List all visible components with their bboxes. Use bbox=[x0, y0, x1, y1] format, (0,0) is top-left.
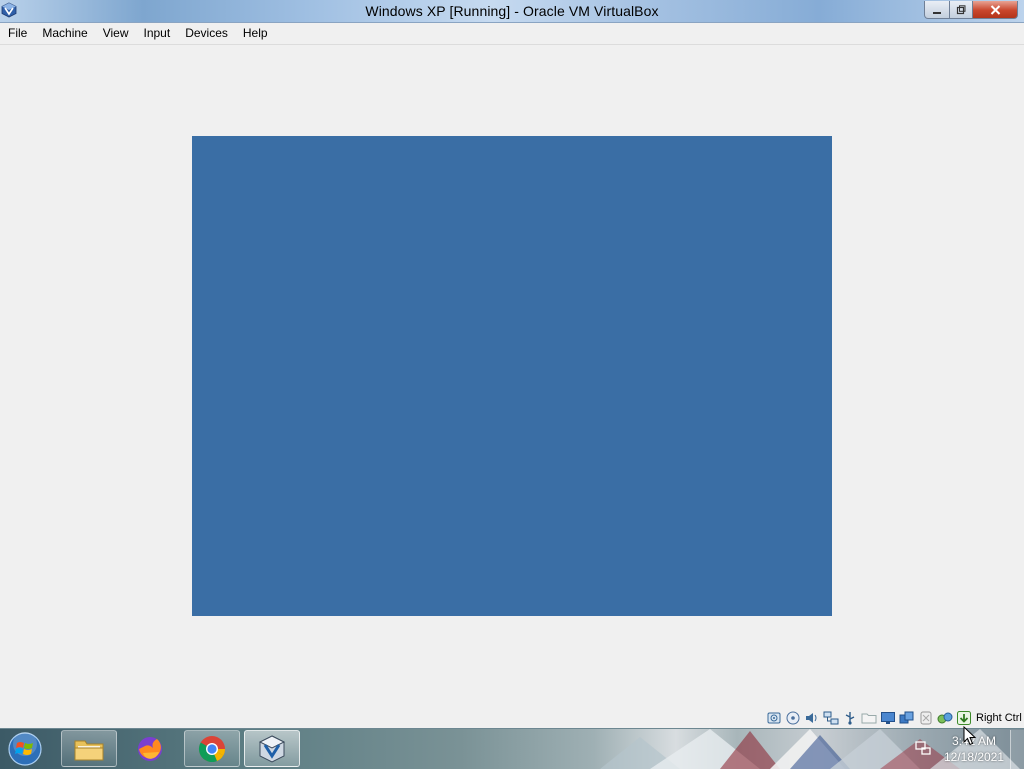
start-button[interactable] bbox=[6, 731, 44, 767]
window-controls bbox=[924, 1, 1018, 19]
restore-button[interactable] bbox=[950, 1, 973, 19]
network-icon[interactable] bbox=[823, 710, 839, 726]
chrome-icon bbox=[198, 735, 226, 762]
audio-icon[interactable] bbox=[804, 710, 820, 726]
taskbar-virtualbox-button[interactable] bbox=[244, 730, 300, 767]
folder-icon bbox=[74, 740, 104, 760]
close-button[interactable] bbox=[973, 1, 1018, 19]
show-desktop-button[interactable] bbox=[1010, 730, 1024, 769]
optical-drive-icon[interactable] bbox=[785, 710, 801, 726]
close-icon bbox=[990, 4, 1000, 15]
menu-view[interactable]: View bbox=[95, 23, 136, 44]
guest-additions-icon[interactable] bbox=[956, 710, 972, 726]
usb-icon[interactable] bbox=[842, 710, 858, 726]
taskbar-explorer-button[interactable] bbox=[61, 730, 117, 767]
video-capture-icon[interactable] bbox=[899, 710, 915, 726]
vm-status-bar: Right Ctrl bbox=[766, 708, 1024, 728]
taskbar-firefox-button[interactable] bbox=[122, 730, 178, 767]
vm-display[interactable] bbox=[192, 136, 832, 616]
firefox-icon bbox=[138, 736, 162, 761]
minimize-button[interactable] bbox=[924, 1, 950, 19]
hard-disk-icon[interactable] bbox=[766, 710, 782, 726]
mouse-cursor-icon bbox=[963, 726, 977, 746]
menu-devices[interactable]: Devices bbox=[177, 23, 235, 44]
network-tray-icon[interactable] bbox=[914, 739, 932, 757]
cpu-icon[interactable] bbox=[937, 710, 953, 726]
restore-icon bbox=[956, 4, 966, 14]
minimize-icon bbox=[933, 11, 941, 14]
virtualbox-icon bbox=[258, 734, 286, 763]
shared-folders-icon[interactable] bbox=[861, 710, 877, 726]
menu-machine[interactable]: Machine bbox=[34, 23, 94, 44]
title-bar[interactable]: Windows XP [Running] - Oracle VM Virtual… bbox=[0, 0, 1024, 23]
mouse-integration-icon[interactable] bbox=[918, 710, 934, 726]
window-title: Windows XP [Running] - Oracle VM Virtual… bbox=[365, 3, 659, 19]
menu-file[interactable]: File bbox=[0, 23, 34, 44]
taskbar-chrome-button[interactable] bbox=[184, 730, 240, 767]
menu-input[interactable]: Input bbox=[136, 23, 178, 44]
taskbar: 3:42 AM 12/18/2021 bbox=[0, 728, 1024, 769]
menu-bar: File Machine View Input Devices Help bbox=[0, 23, 1024, 45]
windows-start-icon bbox=[8, 732, 42, 766]
display-icon[interactable] bbox=[880, 710, 896, 726]
host-key-label: Right Ctrl bbox=[976, 712, 1022, 724]
menu-help[interactable]: Help bbox=[235, 23, 275, 44]
clock-date: 12/18/2021 bbox=[943, 750, 1005, 764]
